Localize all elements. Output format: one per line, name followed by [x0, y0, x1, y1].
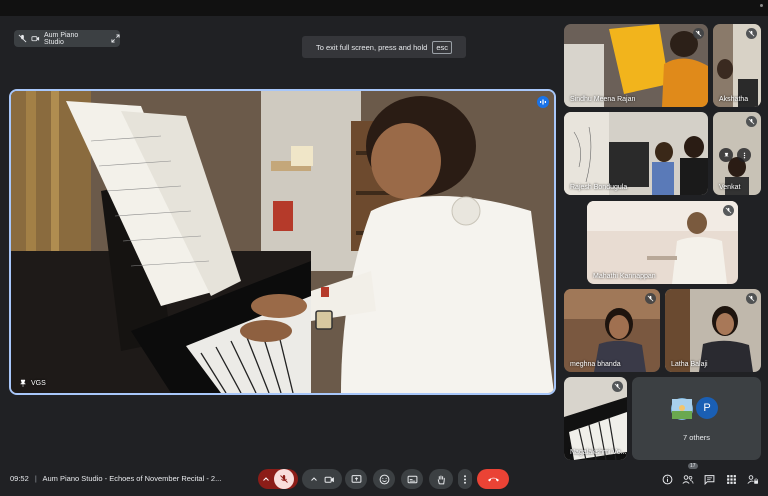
more-options-button[interactable] [458, 469, 472, 489]
chat-button[interactable] [701, 471, 717, 487]
mic-off-icon [612, 381, 623, 392]
meeting-time: 09:52 [10, 474, 29, 483]
present-button[interactable] [345, 469, 367, 489]
leave-call-button[interactable] [477, 469, 509, 489]
present-icon [351, 474, 361, 483]
captions-icon [407, 475, 417, 483]
participant-tile[interactable]: Venkat [713, 112, 761, 195]
more-vert-icon [464, 474, 466, 484]
mic-control-group[interactable] [258, 469, 298, 489]
speaking-indicator-icon [537, 96, 549, 108]
activities-button[interactable] [723, 471, 739, 487]
expand-icon[interactable] [111, 34, 120, 43]
camera-control-group[interactable] [302, 469, 342, 489]
participant-tile[interactable]: meghna bhanda [564, 289, 660, 372]
participant-name: Mahathi Kannappan [593, 273, 656, 280]
others-avatars: P [670, 397, 718, 421]
emoji-icon [379, 474, 389, 484]
lock-person-icon [747, 474, 758, 484]
main-speaker-tile[interactable]: VGS [9, 89, 556, 395]
participant-video [564, 24, 708, 107]
studio-pill-label: Aum Piano Studio [44, 31, 79, 46]
main-speaker-label: VGS [31, 379, 46, 387]
raise-hand-icon [437, 475, 445, 484]
participant-tile[interactable]: Nagalakshmi Ve... [564, 377, 627, 460]
participant-video [564, 112, 708, 195]
pin-icon[interactable] [719, 148, 733, 162]
camera-icon [31, 34, 40, 43]
mic-off-icon [18, 34, 27, 43]
window-top-strip [0, 0, 768, 16]
participant-name: Rajesh Bondugula [570, 184, 628, 191]
esc-key: esc [432, 40, 452, 54]
chevron-up-icon[interactable] [262, 475, 270, 483]
captions-button[interactable] [401, 469, 423, 489]
participant-name: Venkat [719, 184, 741, 191]
participant-name: Akshatha [719, 96, 749, 103]
participant-tile[interactable]: Akshatha [713, 24, 761, 107]
avatar: P [696, 397, 718, 419]
raise-hand-button[interactable] [429, 469, 453, 489]
mic-off-icon [746, 116, 757, 127]
meeting-title: Aum Piano Studio - Echoes of November Re… [42, 474, 222, 483]
mic-off-button[interactable] [274, 469, 294, 489]
avatar-letter: P [703, 402, 711, 414]
main-video-feed [11, 91, 554, 393]
studio-pill[interactable]: Aum Piano Studio [14, 30, 120, 47]
more-vert-icon[interactable] [737, 148, 751, 162]
window-dot-icon [760, 4, 763, 7]
exit-fullscreen-banner: To exit full screen, press and hold esc [302, 36, 466, 58]
mic-off-icon [693, 28, 704, 39]
participant-tile[interactable]: Rajesh Bondugula [564, 112, 708, 195]
people-icon [682, 474, 694, 484]
emoji-button[interactable] [373, 469, 395, 489]
meeting-separator: | [34, 474, 37, 483]
camera-icon[interactable] [324, 474, 335, 485]
participant-count-badge: 17 [688, 463, 698, 469]
mic-off-icon [746, 293, 757, 304]
chevron-up-icon[interactable] [310, 475, 318, 483]
participant-tile[interactable]: Mahathi Kannappan [587, 201, 738, 284]
others-tile[interactable]: P 7 others [632, 377, 761, 460]
people-button[interactable] [680, 471, 696, 487]
activities-icon [726, 474, 736, 484]
exit-banner-text: To exit full screen, press and hold [316, 42, 428, 52]
mic-off-icon [645, 293, 656, 304]
participant-name: Sindhu Meena Rajan [570, 96, 636, 103]
mic-off-icon [746, 28, 757, 39]
info-icon [662, 474, 672, 484]
mic-off-icon [280, 475, 288, 483]
others-label: 7 others [682, 433, 711, 442]
participant-tile[interactable]: Sindhu Meena Rajan [564, 24, 708, 107]
participant-tile[interactable]: Latha Balaji [665, 289, 761, 372]
end-call-icon [487, 477, 499, 482]
participant-name: Latha Balaji [671, 361, 708, 368]
chat-icon [704, 474, 714, 485]
pin-icon [19, 379, 27, 387]
participant-video [587, 201, 738, 284]
mic-off-icon [723, 205, 734, 216]
meeting-info: 09:52 | Aum Piano Studio - Echoes of Nov… [10, 474, 221, 483]
participant-name: Nagalakshmi Ve... [570, 449, 627, 456]
tile-hover-controls [719, 148, 751, 162]
avatar [670, 397, 694, 421]
meeting-details-button[interactable] [659, 471, 675, 487]
participant-name: meghna bhanda [570, 361, 621, 368]
main-speaker-name: VGS [19, 379, 46, 387]
host-controls-button[interactable] [745, 471, 761, 487]
